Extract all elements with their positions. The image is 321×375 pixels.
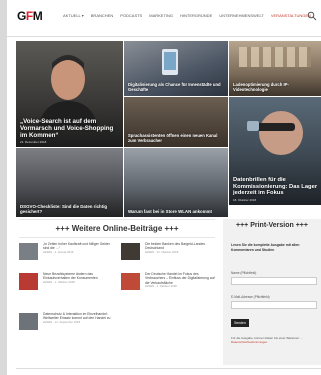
hero-title: Digitalisierung als Chance für Innenstäd… bbox=[128, 82, 221, 93]
list-item[interactable]: „In Zeiten hoher Kaufkraft und billiger … bbox=[19, 242, 115, 264]
article-text: Neue Bezahlsysteme ändern das Einkaufsve… bbox=[43, 272, 115, 284]
nav-item-marketing[interactable]: Marketing bbox=[149, 13, 173, 18]
nav-item-branchen[interactable]: Branchen bbox=[91, 13, 113, 18]
main-nav: Aktuell ▾ Branchen Podcasts Marketing Hi… bbox=[63, 13, 311, 18]
send-button[interactable]: Senden bbox=[231, 319, 249, 327]
list-item[interactable]: Der Deutsche Handel im Fokus des Verbrau… bbox=[121, 272, 217, 294]
logo-letter-f: F bbox=[25, 9, 33, 23]
hero-date: 18. Oktober 2018 bbox=[233, 198, 257, 202]
nav-item-veranstaltungen[interactable]: Veranstaltungen bbox=[271, 13, 311, 18]
article-text: „In Zeiten hoher Kaufkraft und billiger … bbox=[43, 242, 115, 254]
email-label: E-Mail-Adresse (Pflichtfeld) bbox=[231, 295, 270, 299]
article-thumbnail bbox=[19, 273, 38, 290]
hero-caption: DSGVO-Checkliste: Sind die Daten richtig… bbox=[20, 204, 120, 214]
article-date: LESEN · 1. Januar 2019 bbox=[43, 249, 74, 254]
article-date: LESEN · 12. September 2018 bbox=[43, 319, 81, 324]
print-version-box: +++ Print-Version +++ Lesen Sie die komp… bbox=[223, 219, 321, 365]
hero-tile-datenbrillen[interactable]: Datenbrillen für die Kommissionierung: D… bbox=[229, 97, 321, 205]
article-title: Der Deutsche Handel im Fokus des Verbrau… bbox=[145, 272, 215, 285]
article-thumbnail bbox=[121, 273, 140, 290]
hero-tile-sprachassistenten[interactable]: Sprachassistenten öffnen einen neuen Kan… bbox=[124, 97, 228, 147]
name-label: Name (Pflichtfeld) bbox=[231, 271, 257, 275]
list-item[interactable]: Die beiden Banken des Bargeld-Landes Deu… bbox=[121, 242, 217, 264]
article-text: Der Deutsche Handel im Fokus des Verbrau… bbox=[145, 272, 217, 288]
hero-caption: Ladenoptimierung durch IP-Videotechnolog… bbox=[233, 83, 318, 93]
article-thumbnail bbox=[19, 313, 38, 330]
hero-title: „Voice-Search ist auf dem Vormarsch und … bbox=[20, 117, 114, 139]
hero-caption: Sprachassistenten öffnen einen neuen Kan… bbox=[128, 134, 225, 144]
list-item[interactable]: Neue Bezahlsysteme ändern das Einkaufsve… bbox=[19, 272, 115, 294]
name-field[interactable] bbox=[231, 277, 317, 285]
search-icon[interactable] bbox=[307, 11, 317, 21]
hero-tile-digitalisierung[interactable]: Digitalisierung als Chance für Innenstäd… bbox=[124, 41, 228, 96]
hero-title: DSGVO-Checkliste: Sind die Daten richtig… bbox=[20, 203, 108, 214]
nav-item-podcasts[interactable]: Podcasts bbox=[120, 13, 142, 18]
article-date: LESEN · 21. Oktober 2018 bbox=[145, 249, 179, 254]
hero-caption: Digitalisierung als Chance für Innenstäd… bbox=[128, 83, 225, 93]
portrait-image bbox=[38, 55, 98, 127]
email-field[interactable] bbox=[231, 301, 317, 309]
article-date: LESEN · 1. Oktober 2018 bbox=[43, 279, 75, 284]
divider bbox=[16, 368, 321, 369]
article-date: LESEN · 1. Oktober 2018 bbox=[145, 283, 177, 288]
more-posts-heading: +++ Weitere Online-Beiträge +++ bbox=[19, 219, 215, 238]
hero-title: Datenbrillen für die Kommissionierung: D… bbox=[233, 177, 318, 197]
nav-item-hintergruende[interactable]: Hintergründe bbox=[180, 13, 212, 18]
hero-caption: Datenbrillen für die Kommissionierung: D… bbox=[233, 177, 318, 202]
hero-date: 21. Dezember 2018 bbox=[20, 140, 47, 144]
hero-title: Ladenoptimierung durch IP-Videotechnolog… bbox=[233, 82, 289, 93]
logo-letter-m: M bbox=[32, 9, 43, 23]
hero-caption: Warum fast bei in Store WLAN ankommt bbox=[128, 209, 225, 214]
hero-tile-voice-search[interactable]: „Voice-Search ist auf dem Vormarsch und … bbox=[16, 41, 123, 147]
print-heading: +++ Print-Version +++ bbox=[236, 222, 308, 229]
smart-glasses-image bbox=[247, 111, 303, 155]
hero-tile-ladenoptimierung[interactable]: Ladenoptimierung durch IP-Videotechnolog… bbox=[229, 41, 321, 96]
privacy-link[interactable]: Datenschutzbestimmungen bbox=[231, 340, 267, 344]
nav-item-aktuell[interactable]: Aktuell ▾ bbox=[63, 13, 84, 18]
article-text: Datenschutz & Interaktion im Einzelhande… bbox=[43, 312, 115, 324]
hero-title: Warum fast bei in Store WLAN ankommt bbox=[128, 208, 212, 214]
shop-shelves-image bbox=[239, 47, 311, 67]
article-thumbnail bbox=[19, 243, 38, 260]
site-logo[interactable]: GFM bbox=[17, 9, 43, 23]
article-thumbnail bbox=[121, 243, 140, 260]
hero-title: Sprachassistenten öffnen einen neuen Kan… bbox=[128, 133, 218, 144]
print-note: Für die Ausgabe, können Daten bis einer … bbox=[231, 336, 317, 345]
logo-letter-g: G bbox=[17, 9, 26, 23]
article-text: Die beiden Banken des Bargeld-Landes Deu… bbox=[145, 242, 217, 254]
page: GFM Aktuell ▾ Branchen Podcasts Marketin… bbox=[7, 0, 321, 375]
hero-image bbox=[124, 148, 228, 217]
phone-image bbox=[162, 49, 178, 75]
hero-grid: „Voice-Search ist auf dem Vormarsch und … bbox=[16, 41, 321, 217]
hero-caption: „Voice-Search ist auf dem Vormarsch und … bbox=[20, 118, 120, 144]
site-header: GFM Aktuell ▾ Branchen Podcasts Marketin… bbox=[7, 0, 321, 37]
hero-tile-wlan[interactable]: Warum fast bei in Store WLAN ankommt bbox=[124, 148, 228, 217]
print-description: Lesen Sie die komplette Ausgabe mit alle… bbox=[231, 243, 300, 252]
list-item[interactable]: Datenschutz & Interaktion im Einzelhande… bbox=[19, 312, 115, 334]
hero-tile-dsgvo[interactable]: DSGVO-Checkliste: Sind die Daten richtig… bbox=[16, 148, 123, 217]
nav-item-unternehmenswelt[interactable]: Unternehmenswelt bbox=[219, 13, 264, 18]
